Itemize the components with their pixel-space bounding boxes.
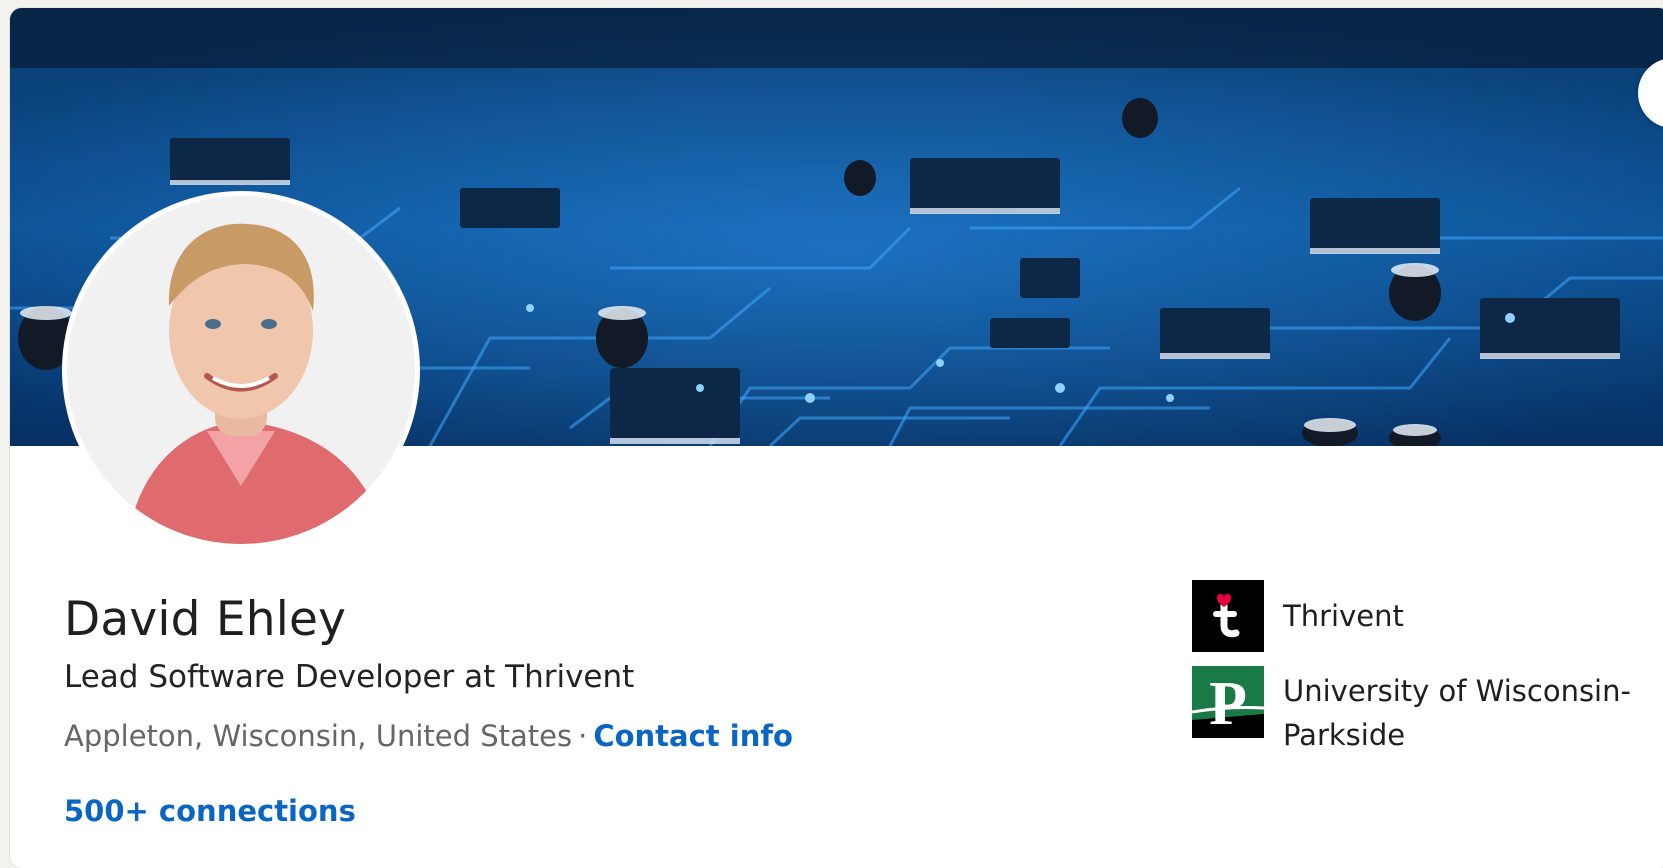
org-name: Thrivent <box>1283 599 1404 633</box>
thrivent-logo-icon <box>1192 580 1264 652</box>
profile-photo[interactable] <box>62 191 420 549</box>
separator-dot: · <box>578 719 588 753</box>
profile-card: David Ehley Lead Software Developer at T… <box>10 8 1663 868</box>
connections-link[interactable]: 500+ connections <box>64 794 356 828</box>
svg-text:P: P <box>1209 670 1247 738</box>
organizations-list: Thrivent P University of Wisconsin-Parks… <box>1192 580 1652 771</box>
profile-location: Appleton, Wisconsin, United States <box>64 719 573 753</box>
profile-name: David Ehley <box>64 592 347 647</box>
contact-info-link[interactable]: Contact info <box>593 719 793 753</box>
location-row: Appleton, Wisconsin, United States · Conta… <box>64 719 793 753</box>
org-name: University of Wisconsin-Parkside <box>1283 674 1631 752</box>
uw-parkside-logo-icon: P <box>1192 666 1264 738</box>
profile-photo-image <box>67 196 415 544</box>
org-item-thrivent[interactable]: Thrivent <box>1192 580 1652 652</box>
org-item-uw-parkside[interactable]: P University of Wisconsin-Parkside <box>1192 666 1652 757</box>
profile-headline: Lead Software Developer at Thrivent <box>64 659 635 695</box>
